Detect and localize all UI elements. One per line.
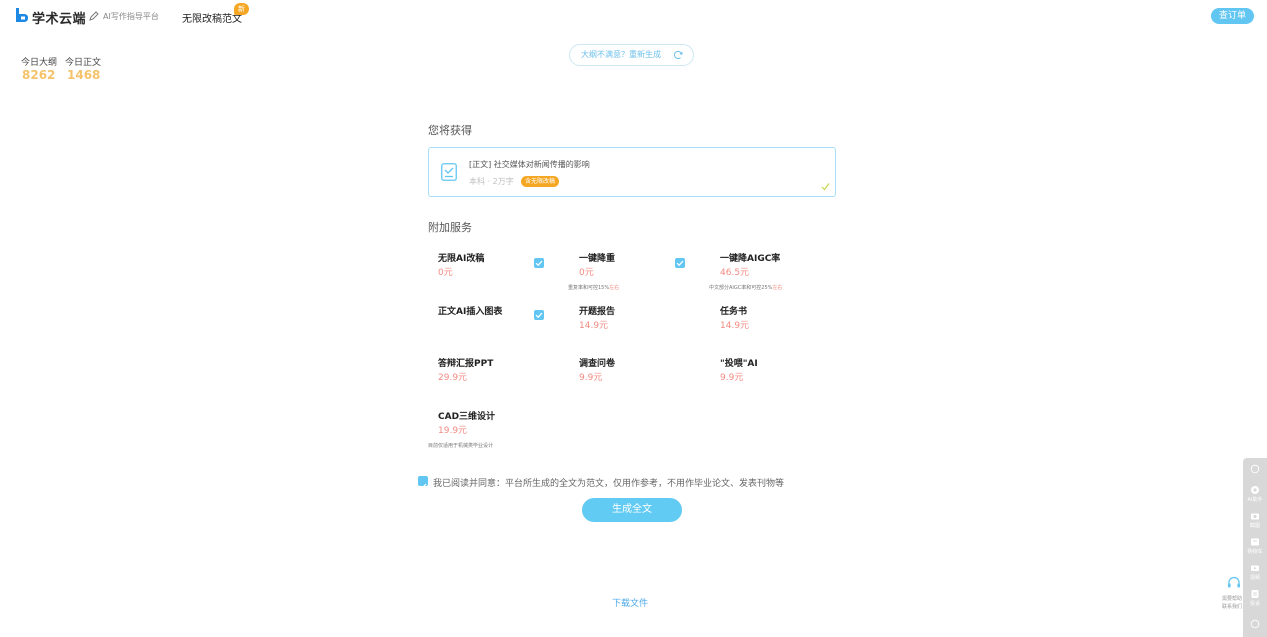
check-icon <box>419 483 427 490</box>
addon-price: 29.9元 <box>438 373 468 383</box>
addon-name[interactable]: CAD三维设计 <box>438 409 495 422</box>
side-toolbar-top[interactable] <box>1243 464 1267 474</box>
ai-assistant-icon <box>1251 486 1259 494</box>
addon-price: 46.5元 <box>720 268 750 278</box>
circle-icon <box>1250 619 1260 629</box>
agreement-text: 我已阅读并同意：平台所生成的全文为范文，仅用作参考，不用作毕业论文、发表刊物等 <box>433 479 785 489</box>
deliverable-card: [正文] 社交媒体对新闻传播的影响 本科 · 2万字 含无限改稿 <box>428 147 836 197</box>
addon-name[interactable]: "投喂"AI <box>720 356 758 369</box>
addon-price: 0元 <box>438 268 453 278</box>
customer-service-icon[interactable] <box>1227 576 1241 590</box>
side-toolbar-video[interactable]: 视频 <box>1243 563 1267 581</box>
outline-count-label: 今日大纲 <box>21 58 58 68</box>
brand-subtitle: AI写作指导平台 <box>103 12 159 21</box>
outline-count-value: 8262 <box>22 68 56 82</box>
side-toolbar-label: 购物车 <box>1247 549 1263 555</box>
generate-full-text-button[interactable]: 生成全文 <box>582 498 682 522</box>
addon-note-link[interactable]: 左右 <box>772 285 782 291</box>
addon-price: 14.9元 <box>720 321 750 331</box>
document-check-icon <box>441 163 457 181</box>
addon-name[interactable]: 答辩汇报PPT <box>438 356 493 369</box>
checkmark-icon <box>821 183 830 191</box>
brand-logo-icon <box>16 8 28 22</box>
refresh-icon <box>673 50 683 60</box>
addon-name[interactable]: 任务书 <box>720 304 747 317</box>
unlimited-revision-tag: 含无限改稿 <box>521 176 560 187</box>
addon-price: 9.9元 <box>720 373 744 383</box>
addon-name[interactable]: 无限AI改稿 <box>438 251 484 264</box>
addons-section-title: 附加服务 <box>428 221 472 234</box>
side-toolbar-ai-assistant[interactable]: AI助手 <box>1243 485 1267 503</box>
side-toolbar-label: AI助手 <box>1247 497 1263 503</box>
addon-price: 14.9元 <box>579 321 609 331</box>
addon-note: 中文部分AIGC率和可控25%左右 <box>709 284 782 291</box>
deliverable-section-title: 您将获得 <box>428 124 472 137</box>
side-toolbar-label: 视频 <box>1249 575 1260 581</box>
addon-name[interactable]: 一键降AIGC率 <box>720 251 780 264</box>
addon-note: 目前仅适用于机械类毕业设计 <box>428 443 494 449</box>
addon-name[interactable]: 开题报告 <box>579 304 615 317</box>
side-toolbar-cart[interactable]: 购物车 <box>1243 537 1267 555</box>
deliverable-title: [正文] 社交媒体对新闻传播的影响 <box>469 160 590 169</box>
new-badge: 新 <box>234 3 249 15</box>
addon-note-text: 中文部分AIGC率和可控25% <box>709 285 773 291</box>
cart-icon <box>1251 538 1259 546</box>
side-toolbar-bottom[interactable] <box>1243 619 1267 629</box>
pencil-icon <box>89 11 99 21</box>
regenerate-outline-button[interactable]: 大纲不满意？重新生成 <box>569 44 694 66</box>
addon-note-text: 重复率和可控15% <box>568 285 610 291</box>
camera-icon <box>1251 513 1259 520</box>
addon-name[interactable]: 一键降重 <box>579 251 615 264</box>
addon-price: 9.9元 <box>579 373 603 383</box>
circle-icon <box>1250 464 1260 474</box>
customer-service-label: 需要帮助 联系我们 <box>1221 596 1242 610</box>
addon-price: 19.9元 <box>438 426 468 436</box>
addon-price: 0元 <box>579 268 594 278</box>
side-toolbar-label: 截图 <box>1249 523 1260 529</box>
check-orders-button[interactable]: 查订单 <box>1211 8 1254 24</box>
agreement-checkbox[interactable] <box>418 476 428 490</box>
addon-checkbox[interactable] <box>675 258 685 268</box>
body-count-label: 今日正文 <box>65 58 102 68</box>
side-toolbar-screenshot[interactable]: 截图 <box>1243 511 1267 529</box>
addon-checkbox[interactable] <box>534 258 544 268</box>
addon-checkbox[interactable] <box>534 310 544 320</box>
side-toolbar: AI助手 截图 购物车 视频 投诉 <box>1243 458 1267 637</box>
regenerate-label: 大纲不满意？重新生成 <box>581 50 661 59</box>
body-count-value: 1468 <box>67 68 101 82</box>
video-icon <box>1251 565 1259 571</box>
addon-note: 重复率和可控15%左右 <box>568 284 619 291</box>
deliverable-meta: 本科 · 2万字 <box>469 177 514 186</box>
addon-note-link[interactable]: 左右 <box>609 285 619 291</box>
report-icon <box>1251 590 1259 598</box>
addon-name[interactable]: 正文AI插入图表 <box>438 304 502 317</box>
check-icon <box>535 312 543 319</box>
check-icon <box>676 260 684 267</box>
side-toolbar-label: 投诉 <box>1249 601 1260 607</box>
brand-name[interactable]: 学术云端 <box>32 8 86 27</box>
addon-name[interactable]: 调查问卷 <box>579 356 615 369</box>
download-file-link[interactable]: 下载文件 <box>612 596 648 609</box>
nav-unlimited-revision[interactable]: 无限改稿范文 <box>182 10 242 25</box>
check-icon <box>535 260 543 267</box>
side-toolbar-complaint[interactable]: 投诉 <box>1243 589 1267 607</box>
